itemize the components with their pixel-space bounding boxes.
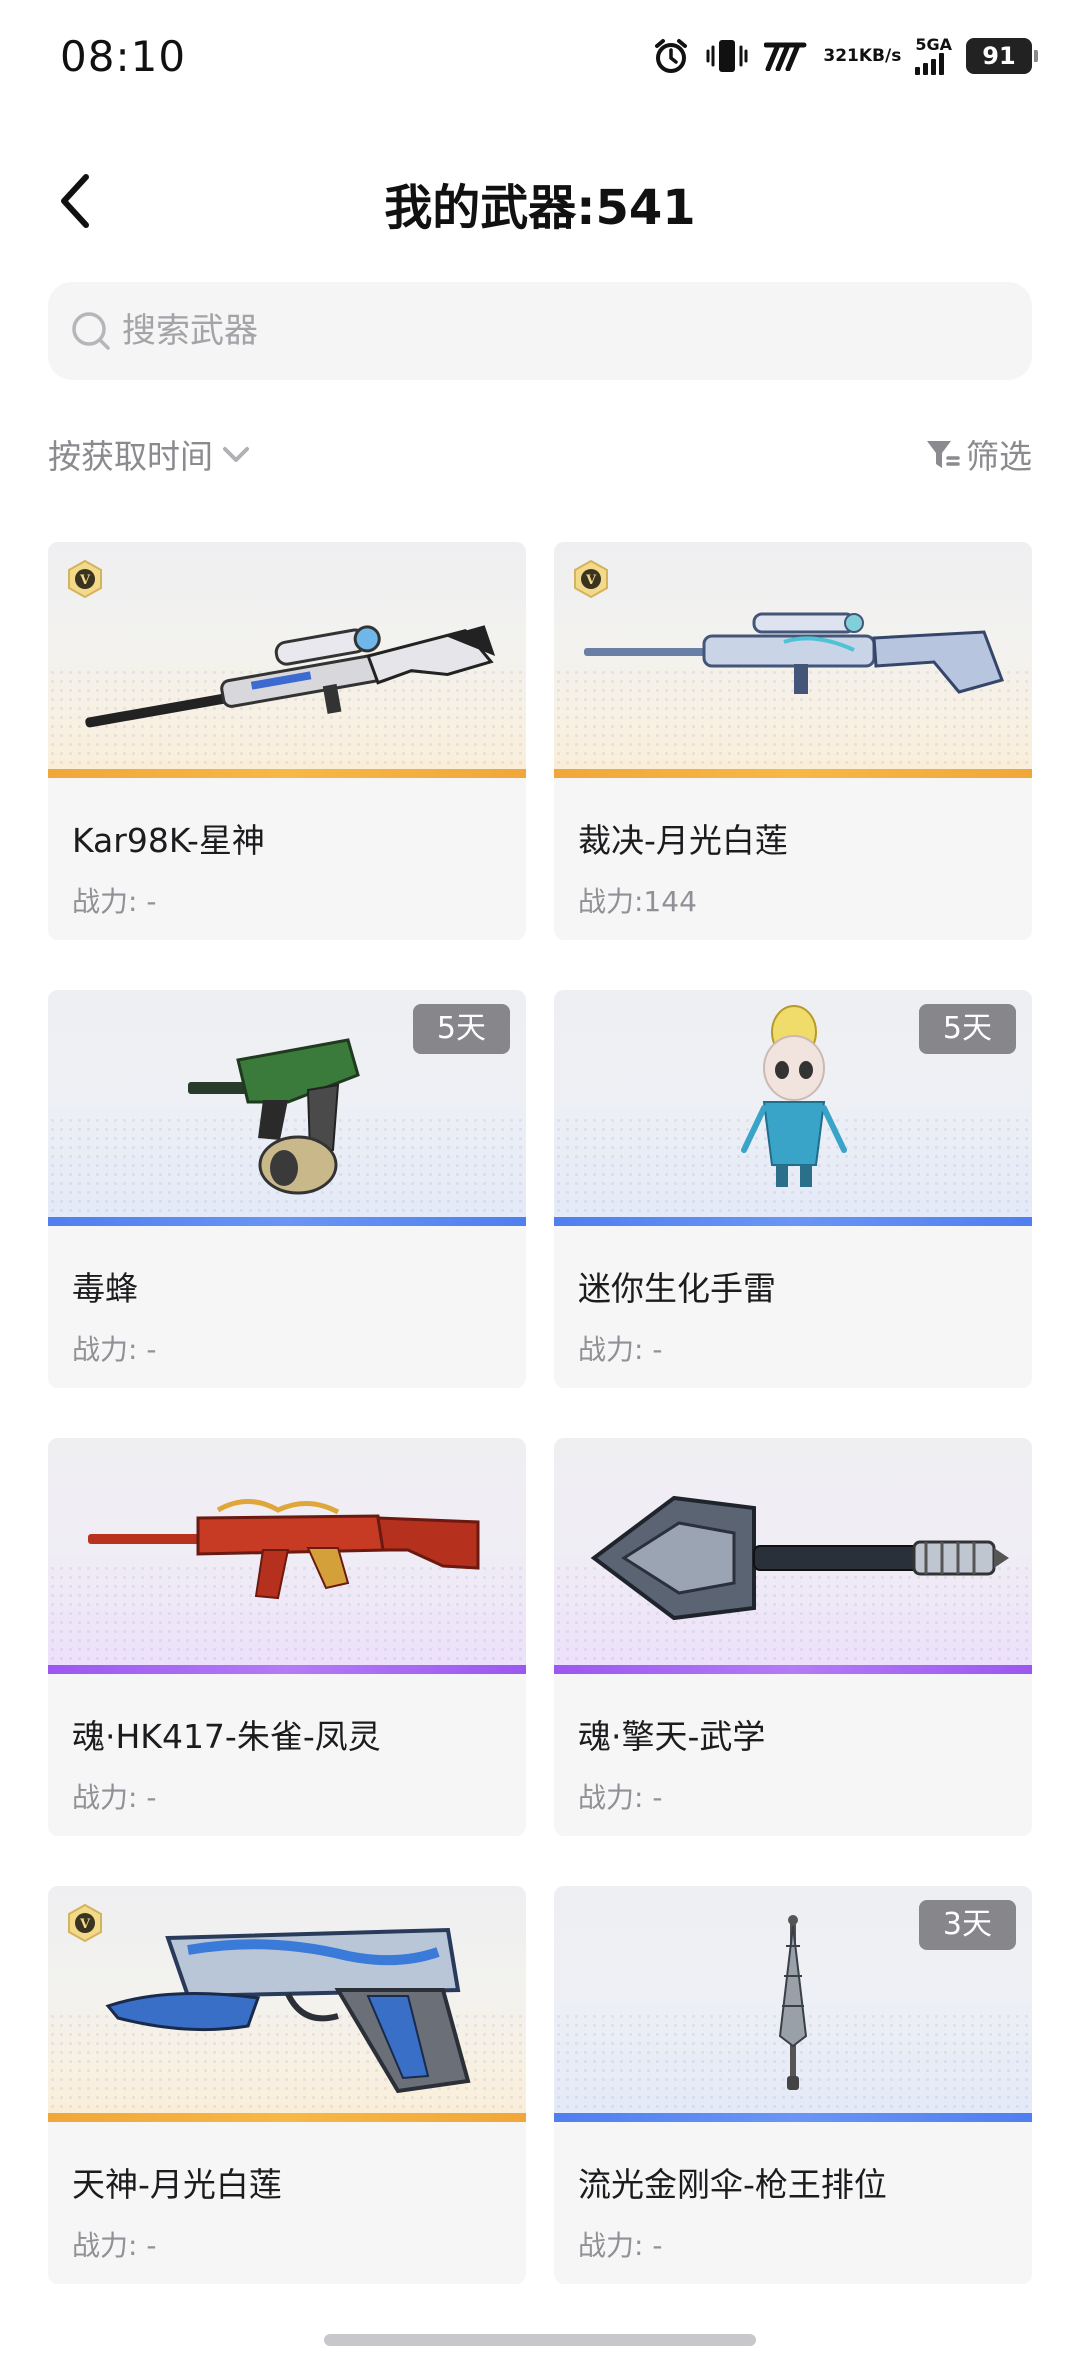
network-speed-value: 321 xyxy=(823,46,859,66)
chevron-down-icon xyxy=(223,447,249,462)
svg-text:V: V xyxy=(585,573,597,588)
shovel-icon xyxy=(590,1495,1009,1621)
battery-level: 91 xyxy=(982,42,1016,70)
rarity-bar xyxy=(48,769,526,778)
filter-button[interactable]: 筛选 xyxy=(924,430,1032,478)
days-left-badge: 5天 xyxy=(918,1004,1016,1054)
weapon-image: 5天 xyxy=(48,990,526,1226)
weapon-power: 战力: - xyxy=(578,2229,663,2262)
weapon-name: Kar98K-星神 xyxy=(72,821,265,860)
search-icon xyxy=(72,312,110,350)
svg-text:V: V xyxy=(79,573,91,588)
weapon-name: 迷你生化手雷 xyxy=(578,1269,776,1308)
status-bar: 08:10 321 KB/s 5GA 91 xyxy=(0,0,1080,118)
weapon-card[interactable]: 5天 迷你生化手雷 战力: - xyxy=(554,990,1032,1388)
rarity-bar xyxy=(554,769,1032,778)
sort-dropdown[interactable]: 按获取时间 xyxy=(48,430,253,478)
search-input[interactable] xyxy=(122,282,1032,380)
battery-icon: 91 xyxy=(966,38,1038,74)
weapon-name: 天神-月光白莲 xyxy=(72,2165,282,2204)
weapon-image xyxy=(48,1438,526,1674)
filter-label: 筛选 xyxy=(966,437,1032,476)
weapon-image: 3天 xyxy=(554,1886,1032,2122)
alarm-icon xyxy=(651,36,691,76)
v-badge-icon: V xyxy=(68,1904,102,1942)
v-badge-icon: V xyxy=(574,560,608,598)
status-icons: 321 KB/s 5GA 91 xyxy=(651,36,1038,76)
weapon-card[interactable]: 3天 流光金刚伞-枪王排位 战力: - xyxy=(554,1886,1032,2284)
sniper-rifle-icon xyxy=(85,625,496,728)
status-time: 08:10 xyxy=(60,32,187,81)
weapon-image: 5天 xyxy=(554,990,1032,1226)
vibrate-icon xyxy=(705,36,749,76)
weapon-image: V xyxy=(48,542,526,778)
svg-text:V: V xyxy=(79,1917,91,1932)
assault-rifle-icon xyxy=(88,1499,480,1600)
rarity-bar xyxy=(554,2113,1032,2122)
weapon-power: 战力:144 xyxy=(578,885,697,918)
weapon-power: 战力: - xyxy=(578,1333,663,1366)
weapon-card[interactable]: 5天 毒蜂 战力: - xyxy=(48,990,526,1388)
network-speed-unit: KB/s xyxy=(858,46,902,66)
weapon-name: 魂·HK417-朱雀-凤灵 xyxy=(72,1717,381,1756)
wifi-icon xyxy=(763,39,809,73)
weapon-image xyxy=(554,1438,1032,1674)
days-left-badge: 3天 xyxy=(918,1900,1016,1950)
search-bar[interactable] xyxy=(48,282,1032,380)
weapon-grid: V Kar98K-星神 战力: - V 裁决-月光白莲 战力:144 5天 毒蜂… xyxy=(48,542,1032,2284)
days-left-badge: 5天 xyxy=(412,1004,510,1054)
weapon-image: V xyxy=(554,542,1032,778)
weapon-name: 裁决-月光白莲 xyxy=(578,821,788,860)
weapon-name: 魂·擎天-武学 xyxy=(578,1717,766,1756)
v-badge-icon: V xyxy=(68,560,102,598)
rarity-bar xyxy=(554,1665,1032,1674)
signal-bars-icon xyxy=(915,53,945,75)
pistol-icon xyxy=(105,1927,471,2094)
header: 我的武器:541 xyxy=(0,150,1080,250)
weapon-image: V xyxy=(48,1886,526,2122)
rarity-bar xyxy=(48,1217,526,1226)
network-type: 5GA xyxy=(915,35,952,54)
weapon-power: 战力: - xyxy=(72,1781,157,1814)
page-title: 我的武器:541 xyxy=(384,180,696,236)
weapon-power: 战力: - xyxy=(578,1781,663,1814)
home-indicator[interactable] xyxy=(324,2334,756,2346)
weapon-power: 战力: - xyxy=(72,1333,157,1366)
sort-label: 按获取时间 xyxy=(48,437,213,476)
cellular-signal: 5GA xyxy=(915,37,952,75)
network-speed: 321 KB/s xyxy=(823,47,901,65)
weapon-power: 战力: - xyxy=(72,885,157,918)
weapon-card[interactable]: 魂·HK417-朱雀-凤灵 战力: - xyxy=(48,1438,526,1836)
weapon-card[interactable]: V 裁决-月光白莲 战力:144 xyxy=(554,542,1032,940)
rarity-bar xyxy=(554,1217,1032,1226)
weapon-name: 毒蜂 xyxy=(72,1269,138,1308)
filter-icon xyxy=(927,441,960,468)
sniper-rifle-icon xyxy=(584,612,1004,694)
weapon-card[interactable]: V 天神-月光白莲 战力: - xyxy=(48,1886,526,2284)
rarity-bar xyxy=(48,1665,526,1674)
weapon-card[interactable]: V Kar98K-星神 战力: - xyxy=(48,542,526,940)
rarity-bar xyxy=(48,2113,526,2122)
weapon-power: 战力: - xyxy=(72,2229,157,2262)
weapon-name: 流光金刚伞-枪王排位 xyxy=(578,2165,887,2204)
toolbar: 按获取时间 筛选 xyxy=(48,430,1032,486)
weapon-card[interactable]: 魂·擎天-武学 战力: - xyxy=(554,1438,1032,1836)
